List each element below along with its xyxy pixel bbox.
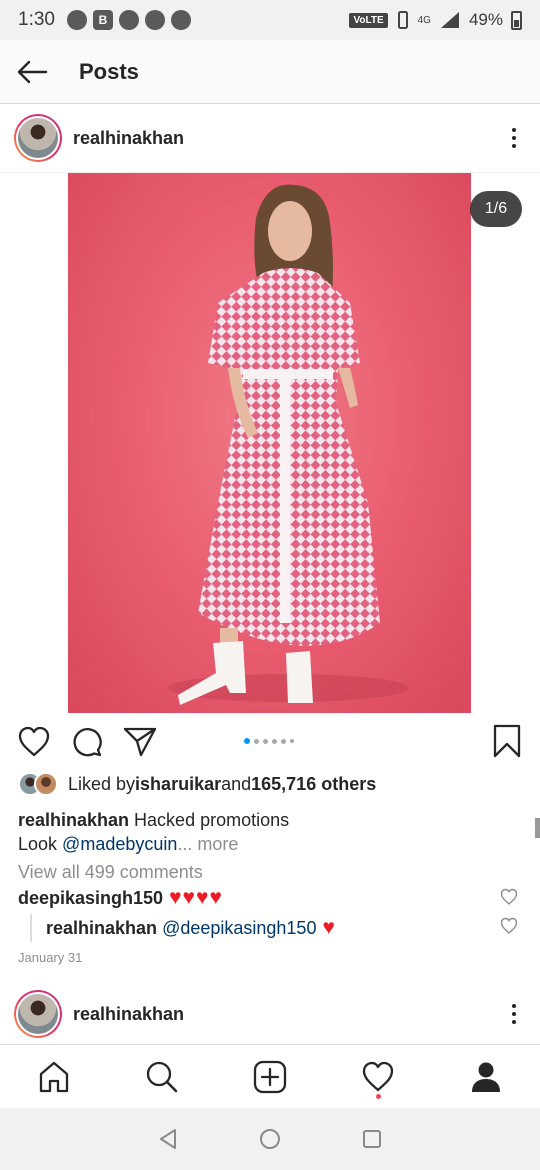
comment-icon (73, 728, 102, 757)
nav-profile[interactable] (456, 1047, 516, 1107)
whatsapp-icon (66, 10, 87, 30)
comment-text: ♥♥♥♥ (169, 886, 223, 909)
like-button[interactable] (16, 724, 52, 760)
heart-icon (18, 726, 50, 757)
next-post-username[interactable]: realhinakhan (73, 1004, 184, 1025)
profile-icon (472, 1062, 500, 1092)
status-time: 1:30 (18, 9, 55, 30)
save-button[interactable] (492, 724, 522, 763)
b-app-icon: B (92, 10, 113, 30)
caption-more-link[interactable]: ... more (177, 834, 238, 854)
page-title: Posts (79, 58, 139, 84)
comment-button[interactable] (69, 724, 105, 760)
share-button[interactable] (122, 724, 158, 760)
heart-icon (362, 1061, 394, 1091)
post-media[interactable]: 1/6 (0, 172, 540, 713)
more-options-button[interactable] (502, 123, 526, 153)
nav-home[interactable] (24, 1047, 84, 1107)
liked-by-user[interactable]: isharuikar (135, 774, 221, 795)
liked-by-and: and (221, 773, 252, 794)
add-post-icon (253, 1060, 287, 1093)
carousel-counter: 1/6 (470, 191, 522, 227)
more-options-button[interactable] (502, 999, 526, 1029)
comment-row: deepikasingh150 ♥♥♥♥ (18, 886, 223, 910)
status-bar: 1:30 B VoLTE 4G 49% (0, 0, 540, 40)
battery-icon (511, 10, 522, 30)
model-figure (168, 184, 408, 705)
post-date: January 31 (18, 950, 83, 965)
reply-row: realhinakhan @deepikasingh150 ♥ (46, 916, 336, 940)
nav-activity[interactable] (348, 1047, 408, 1107)
volte-badge: VoLTE (349, 12, 388, 28)
reply-username[interactable]: realhinakhan (46, 918, 157, 939)
liked-by-others[interactable]: 165,716 others (251, 774, 376, 795)
top-app-bar: Posts (0, 40, 540, 104)
bottom-navigation (0, 1044, 540, 1108)
snapchat-icon (170, 10, 191, 30)
snapchat-icon (144, 10, 165, 30)
back-triangle-icon[interactable] (157, 1128, 179, 1150)
battery-percent: 49% (468, 10, 503, 29)
likes-summary[interactable]: Liked by isharuikar and 165,716 others (18, 772, 376, 796)
caption-username[interactable]: realhinakhan (18, 810, 129, 830)
recents-square-icon[interactable] (361, 1128, 383, 1150)
nav-search[interactable] (132, 1047, 192, 1107)
reply-like-heart-icon[interactable] (500, 917, 518, 935)
paper-plane-icon (123, 727, 157, 757)
next-post-header: realhinakhan (0, 980, 540, 1048)
liked-by-prefix: Liked by (68, 773, 136, 794)
post-caption: realhinakhan Hacked promotions Look @mad… (18, 808, 518, 856)
post-header: realhinakhan (0, 104, 540, 172)
view-all-comments-link[interactable]: View all 499 comments (18, 862, 203, 883)
caption-line2: Look (18, 834, 63, 854)
reply-mention[interactable]: @deepikasingh150 (162, 918, 316, 939)
home-icon (39, 1061, 69, 1092)
post-photo[interactable] (68, 173, 471, 713)
avatar[interactable] (14, 114, 62, 162)
carousel-indicator (244, 738, 294, 744)
comment-username[interactable]: deepikasingh150 (18, 888, 163, 909)
signal-icon (440, 12, 459, 28)
post-actions (0, 712, 540, 772)
system-navigation (0, 1108, 540, 1170)
vibrate-icon (397, 11, 408, 29)
reply-text: ♥ (322, 916, 336, 939)
liker-avatars (18, 772, 58, 796)
post-username[interactable]: realhinakhan (73, 128, 184, 149)
bookmark-icon (493, 724, 521, 758)
phone-icon (118, 10, 139, 30)
reply-indicator (30, 914, 32, 942)
home-circle-icon[interactable] (259, 1128, 281, 1150)
nav-add-post[interactable] (240, 1047, 300, 1107)
activity-notification-dot (376, 1093, 381, 1099)
arrow-left-icon (17, 60, 48, 83)
network-label: 4G (417, 14, 431, 26)
caption-mention[interactable]: @madebycuin (62, 834, 177, 854)
scrollbar[interactable] (535, 818, 540, 838)
caption-text: Hacked promotions (129, 810, 290, 830)
back-button[interactable] (0, 40, 64, 104)
notification-icons: B (66, 10, 191, 30)
search-icon (146, 1061, 178, 1092)
comment-like-heart-icon[interactable] (500, 888, 518, 906)
avatar[interactable] (14, 990, 62, 1038)
